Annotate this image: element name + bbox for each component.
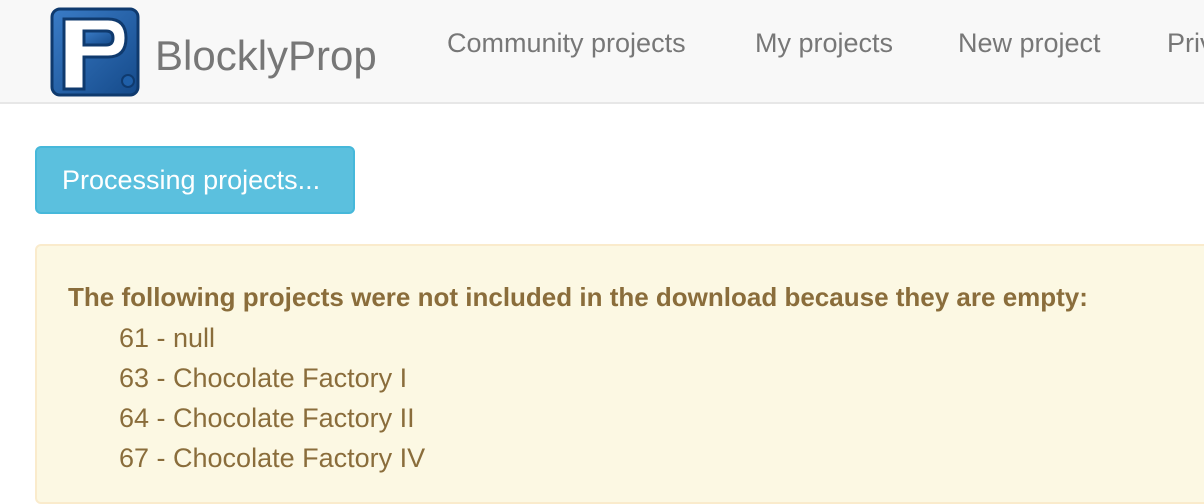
empty-projects-alert: The following projects were not included…	[35, 244, 1204, 504]
list-item: 67 - Chocolate Factory IV	[119, 443, 426, 473]
list-item: 61 - null	[119, 323, 216, 353]
processing-projects-button[interactable]: Processing projects...	[35, 146, 355, 214]
nav-my-projects[interactable]: My projects	[755, 24, 893, 62]
nav-community-projects[interactable]: Community projects	[447, 24, 686, 62]
blocklyprop-logo-icon[interactable]	[50, 7, 140, 97]
alert-title: The following projects were not included…	[68, 282, 1088, 312]
empty-projects-list: 61 - null 63 - Chocolate Factory I 64 - …	[119, 318, 425, 478]
list-item: 63 - Chocolate Factory I	[119, 363, 408, 393]
list-item: 64 - Chocolate Factory II	[119, 403, 415, 433]
brand-name[interactable]: BlocklyProp	[155, 28, 377, 84]
navbar: BlocklyProp Community projects My projec…	[0, 0, 1204, 104]
nav-privacy[interactable]: Priv	[1167, 24, 1204, 62]
nav-new-project[interactable]: New project	[958, 24, 1101, 62]
